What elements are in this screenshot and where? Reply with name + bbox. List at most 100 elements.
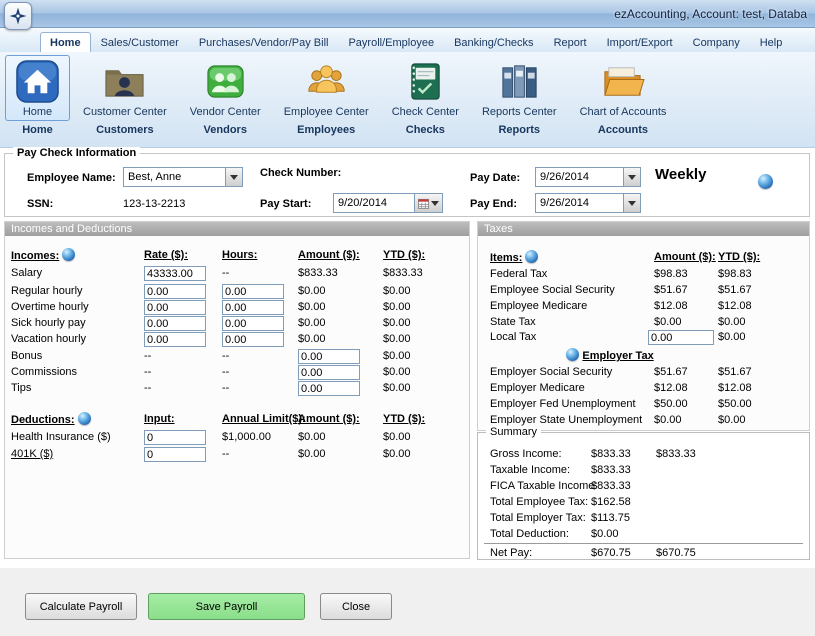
toolbar-group-label: Reports bbox=[498, 124, 540, 136]
ytd-value: $833.33 bbox=[383, 266, 467, 281]
app-menu-button[interactable] bbox=[4, 2, 32, 30]
tax-row-employer-social-security: Employer Social Security $51.67 $51.67 bbox=[478, 365, 809, 381]
ytd-value: $0.00 bbox=[383, 447, 467, 462]
summary-row-fica-taxable-income: FICA Taxable Income: $833.33 bbox=[478, 479, 809, 495]
annual-limit-col-header: Annual Limit($): bbox=[222, 412, 296, 427]
input-col-header: Input: bbox=[144, 412, 220, 427]
income-row-sick-hourly: Sick hourly pay $0.00 $0.00 bbox=[5, 316, 469, 332]
hours-col-header: Hours: bbox=[222, 248, 296, 263]
dropdown-arrow-icon bbox=[431, 201, 439, 206]
tax-ytd: $50.00 bbox=[718, 397, 798, 412]
titlebar: ezAccounting, Account: test, Databa bbox=[0, 0, 815, 28]
summary-value: $0.00 bbox=[591, 527, 653, 542]
rate-col-header: Rate ($): bbox=[144, 248, 220, 263]
pay-date-label: Pay Date: bbox=[470, 171, 520, 185]
hours-input[interactable] bbox=[222, 316, 284, 331]
tab-help[interactable]: Help bbox=[750, 32, 793, 52]
toolbar-button-check-center[interactable]: Check Center bbox=[382, 55, 469, 121]
application-window: ezAccounting, Account: test, Databa Home… bbox=[0, 0, 815, 636]
toolbar-button-chart-of-accounts[interactable]: Chart of Accounts bbox=[570, 55, 677, 121]
income-label: Vacation hourly bbox=[11, 332, 143, 347]
save-payroll-button[interactable]: Save Payroll bbox=[148, 593, 305, 620]
income-row-bonus: Bonus -- -- $0.00 bbox=[5, 349, 469, 365]
tab-payroll-employee[interactable]: Payroll/Employee bbox=[338, 32, 444, 52]
pay-date-value: 9/26/2014 bbox=[536, 171, 623, 183]
toolbar-button-customer-center[interactable]: Customer Center bbox=[73, 55, 177, 121]
toolbar-button-label: Customer Center bbox=[83, 106, 167, 118]
deduction-label[interactable]: 401K ($) bbox=[11, 447, 143, 462]
pay-start-datepicker[interactable]: 9/20/2014 bbox=[333, 193, 443, 213]
ytd-value: $0.00 bbox=[383, 332, 467, 347]
ytd-value: $0.00 bbox=[383, 381, 467, 396]
employee-name-select[interactable]: Best, Anne bbox=[123, 167, 243, 187]
toolbar-button-vendor-center[interactable]: Vendor Center bbox=[180, 55, 271, 121]
tax-amount: $51.67 bbox=[654, 365, 716, 380]
tab-banking-checks[interactable]: Banking/Checks bbox=[444, 32, 544, 52]
toolbar-button-home[interactable]: Home bbox=[5, 55, 70, 121]
income-row-salary: Salary -- $833.33 $833.33 bbox=[5, 266, 469, 282]
incomes-header-row: Incomes: Rate ($): Hours: Amount ($): YT… bbox=[5, 248, 469, 264]
amount-input[interactable] bbox=[298, 365, 360, 380]
summary-value: $162.58 bbox=[591, 495, 653, 510]
window-title: ezAccounting, Account: test, Databa bbox=[614, 0, 807, 28]
toolbar-button-reports-center[interactable]: Reports Center bbox=[472, 55, 567, 121]
toolbar-item-check-center: Check Center Checks bbox=[382, 55, 469, 136]
ytd-value: $0.00 bbox=[383, 284, 467, 299]
amount-input[interactable] bbox=[298, 381, 360, 396]
tax-label: Employee Medicare bbox=[490, 299, 655, 314]
hours-input[interactable] bbox=[222, 332, 284, 347]
ytd-value: $0.00 bbox=[383, 300, 467, 315]
income-row-vacation-hourly: Vacation hourly $0.00 $0.00 bbox=[5, 332, 469, 348]
close-button[interactable]: Close bbox=[320, 593, 392, 620]
rate-input[interactable] bbox=[144, 300, 206, 315]
tab-company[interactable]: Company bbox=[683, 32, 750, 52]
rate-input[interactable] bbox=[144, 284, 206, 299]
tab-purchases-vendor-pay-bill[interactable]: Purchases/Vendor/Pay Bill bbox=[189, 32, 339, 52]
rate-input[interactable] bbox=[144, 316, 206, 331]
check-center-icon bbox=[403, 59, 448, 104]
customer-center-icon bbox=[102, 59, 147, 104]
ssn-value: 123-13-2213 bbox=[123, 197, 185, 211]
hours-value: -- bbox=[222, 365, 296, 380]
tax-amount: $12.08 bbox=[654, 381, 716, 396]
tab-home[interactable]: Home bbox=[40, 32, 91, 52]
tab-import-export[interactable]: Import/Export bbox=[597, 32, 683, 52]
tax-row-local: Local Tax $0.00 bbox=[478, 330, 809, 346]
pay-end-select[interactable]: 9/26/2014 bbox=[535, 193, 641, 213]
tab-sales-customer[interactable]: Sales/Customer bbox=[91, 32, 189, 52]
summary-row-total-deduction: Total Deduction: $0.00 bbox=[478, 527, 809, 543]
amount-value: $0.00 bbox=[298, 332, 382, 347]
tax-row-state: State Tax $0.00 $0.00 bbox=[478, 315, 809, 331]
deduction-input[interactable] bbox=[144, 447, 206, 462]
toolbar-group-label: Checks bbox=[406, 124, 445, 136]
help-globe-icon[interactable] bbox=[758, 174, 773, 189]
hours-input[interactable] bbox=[222, 284, 284, 299]
amount-input[interactable] bbox=[298, 349, 360, 364]
paycheck-section-title: Pay Check Information bbox=[13, 147, 140, 159]
income-label: Commissions bbox=[11, 365, 143, 380]
tax-amount: $51.67 bbox=[654, 283, 716, 298]
taxes-help-globe-icon[interactable] bbox=[525, 250, 538, 263]
deductions-help-globe-icon[interactable] bbox=[78, 412, 91, 425]
calculate-payroll-button[interactable]: Calculate Payroll bbox=[25, 593, 137, 620]
rate-input[interactable] bbox=[144, 266, 206, 281]
hours-input[interactable] bbox=[222, 300, 284, 315]
toolbar-item-reports-center: Reports Center Reports bbox=[472, 55, 567, 136]
incomes-deductions-panel: Incomes and Deductions Incomes: Rate ($)… bbox=[4, 221, 470, 559]
taxes-section-header: Taxes bbox=[478, 222, 809, 236]
chart-of-accounts-icon bbox=[600, 59, 645, 104]
incomes-help-globe-icon[interactable] bbox=[62, 248, 75, 261]
rate-input[interactable] bbox=[144, 332, 206, 347]
deduction-input[interactable] bbox=[144, 430, 206, 445]
dropdown-arrow-icon bbox=[225, 168, 242, 186]
incomes-section-header: Incomes and Deductions bbox=[5, 222, 469, 236]
tax-ytd: $12.08 bbox=[718, 299, 798, 314]
pay-date-select[interactable]: 9/26/2014 bbox=[535, 167, 641, 187]
local-tax-input[interactable] bbox=[648, 330, 714, 345]
employer-tax-help-globe-icon[interactable] bbox=[566, 348, 579, 361]
toolbar-button-employee-center[interactable]: Employee Center bbox=[274, 55, 379, 121]
tab-report[interactable]: Report bbox=[544, 32, 597, 52]
check-number-label: Check Number: bbox=[260, 166, 341, 180]
tax-amount: $98.83 bbox=[654, 267, 716, 282]
amount-value: $0.00 bbox=[298, 316, 382, 331]
